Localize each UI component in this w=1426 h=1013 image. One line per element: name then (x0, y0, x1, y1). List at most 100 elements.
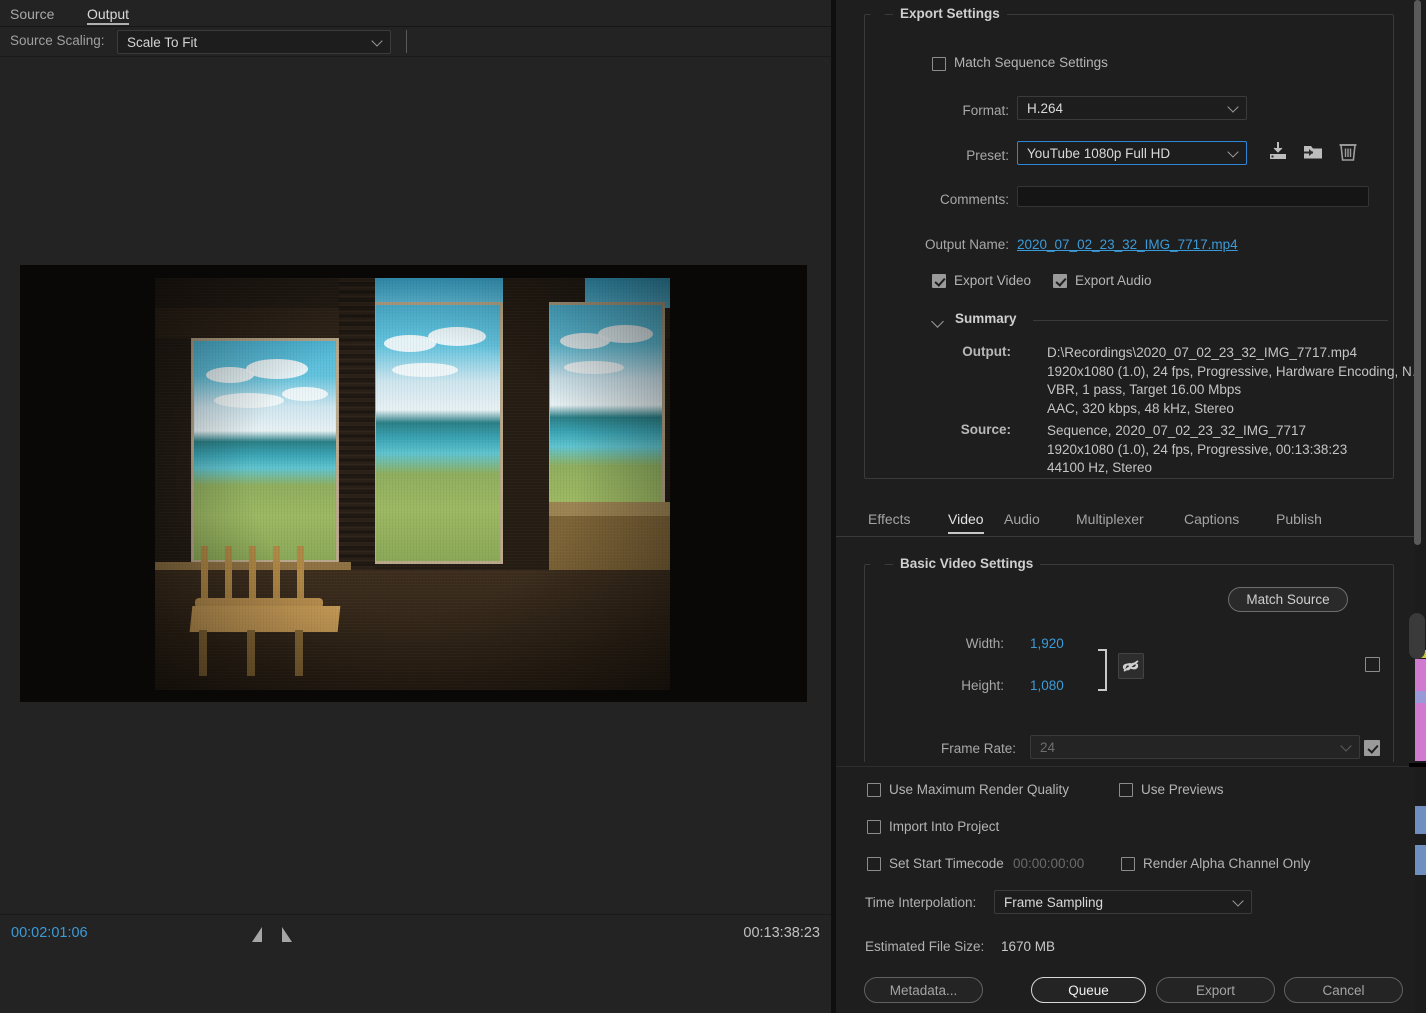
timeline-clip[interactable] (1415, 691, 1426, 703)
cancel-button-label: Cancel (1322, 982, 1365, 998)
match-sequence-checkbox[interactable] (932, 57, 946, 71)
trash-icon-svg (1339, 144, 1357, 161)
chevron-down-icon (1227, 101, 1239, 113)
import-preset-icon[interactable] (1302, 140, 1324, 162)
summary-source-value: Sequence, 2020_07_02_23_32_IMG_7717 1920… (1047, 423, 1348, 475)
source-scaling-label: Source Scaling: (10, 33, 105, 48)
export-video-checkbox[interactable] (932, 274, 946, 288)
frame-rate-value: 24 (1040, 739, 1056, 755)
aspect-ratio-unlink-icon[interactable] (1118, 653, 1144, 679)
output-name-link[interactable]: 2020_07_02_23_32_IMG_7717.mp4 (1017, 237, 1238, 252)
frame-rate-label: Frame Rate: (940, 741, 1016, 756)
export-settings-group: Export Settings Match Sequence Settings … (864, 6, 1414, 479)
delete-preset-icon[interactable] (1337, 140, 1359, 162)
tab-output[interactable]: Output (87, 0, 130, 27)
format-select[interactable]: H.264 (1017, 96, 1247, 120)
set-start-timecode-checkbox[interactable] (867, 857, 881, 871)
use-max-render-quality-checkbox[interactable] (867, 783, 881, 797)
mark-in-icon[interactable] (252, 927, 262, 942)
video-preview-frame[interactable] (20, 265, 807, 702)
tab-publish[interactable]: Publish (1276, 505, 1322, 532)
summary-divider (1033, 320, 1388, 321)
save-preset-svg (1270, 142, 1286, 159)
current-timecode[interactable]: 00:02:01:06 (11, 925, 88, 941)
height-value[interactable]: 1,080 (1030, 678, 1064, 693)
tab-source-label: Source (10, 5, 55, 22)
set-start-timecode-label: Set Start Timecode (889, 856, 1004, 871)
chevron-down-icon (371, 35, 383, 47)
tab-effects-label: Effects (868, 510, 911, 527)
summary-collapse-chevron-icon[interactable] (931, 315, 944, 328)
tab-video[interactable]: Video (948, 505, 984, 534)
match-source-label: Match Source (1246, 592, 1330, 607)
time-interpolation-select[interactable]: Frame Sampling (994, 890, 1252, 914)
frame-rate-lock-checkbox[interactable] (1364, 740, 1380, 756)
queue-button-label: Queue (1068, 982, 1109, 998)
save-preset-icon[interactable] (1267, 140, 1289, 162)
preset-label: Preset: (966, 148, 1009, 163)
format-value: H.264 (1027, 100, 1064, 116)
width-value[interactable]: 1,920 (1030, 636, 1064, 651)
export-button-label: Export (1195, 982, 1236, 998)
queue-button[interactable]: Queue (1031, 977, 1146, 1003)
toolbar-divider (406, 30, 407, 53)
broken-link-svg (1122, 660, 1139, 672)
secondary-scrollbar[interactable] (1409, 613, 1425, 659)
format-label: Format: (962, 103, 1009, 118)
source-scaling-select[interactable]: Scale To Fit (117, 30, 391, 54)
basic-video-settings-title: Basic Video Settings (893, 556, 1041, 571)
tab-effects[interactable]: Effects (868, 505, 911, 532)
tab-audio-label: Audio (1004, 510, 1040, 527)
comments-input[interactable] (1017, 186, 1369, 207)
tab-output-label: Output (87, 5, 130, 22)
timeline-clip[interactable] (1415, 806, 1426, 834)
render-alpha-label: Render Alpha Channel Only (1143, 856, 1311, 871)
tab-captions[interactable]: Captions (1184, 505, 1239, 532)
use-max-render-quality-label: Use Maximum Render Quality (889, 782, 1070, 797)
premiere-export-window: Source Output Source Scaling: Scale To F… (0, 0, 1426, 1013)
preview-panel: Source Output Source Scaling: Scale To F… (0, 0, 831, 1013)
export-audio-label: Export Audio (1075, 273, 1152, 288)
tab-source[interactable]: Source (10, 0, 54, 27)
time-interpolation-value: Frame Sampling (1004, 894, 1104, 910)
import-into-project-checkbox[interactable] (867, 820, 881, 834)
match-sequence-label: Match Sequence Settings (954, 55, 1108, 70)
cancel-button[interactable]: Cancel (1284, 977, 1403, 1003)
timeline-clip[interactable] (1415, 659, 1426, 691)
collapse-chevron-icon[interactable] (871, 6, 884, 19)
estimated-file-size-value: 1670 MB (1001, 939, 1056, 954)
preview-image (20, 265, 807, 702)
width-height-checkbox[interactable] (1365, 657, 1380, 672)
tab-audio[interactable]: Audio (1004, 505, 1040, 532)
comments-label: Comments: (939, 192, 1009, 207)
render-alpha-checkbox[interactable] (1121, 857, 1135, 871)
settings-scrollbar[interactable] (1414, 0, 1421, 545)
tab-multiplexer-label: Multiplexer (1076, 510, 1144, 527)
panel-divider-horizontal[interactable] (1409, 763, 1426, 767)
use-previews-checkbox[interactable] (1119, 783, 1133, 797)
chevron-down-icon (1227, 146, 1239, 158)
export-audio-checkbox[interactable] (1053, 274, 1067, 288)
preset-select[interactable]: YouTube 1080p Full HD (1017, 141, 1247, 165)
import-into-project-label: Import Into Project (889, 819, 1000, 834)
chevron-down-icon (1340, 740, 1352, 752)
duration-timecode[interactable]: 00:13:38:23 (743, 925, 820, 941)
collapse-chevron-icon[interactable] (871, 556, 884, 569)
width-label: Width: (965, 636, 1004, 651)
mark-out-icon[interactable] (282, 927, 292, 942)
frame-rate-select[interactable]: 24 (1030, 735, 1360, 759)
start-timecode-value[interactable]: 00:00:00:00 (1013, 856, 1084, 871)
metadata-button[interactable]: Metadata... (864, 977, 983, 1003)
export-button[interactable]: Export (1156, 977, 1275, 1003)
tab-multiplexer[interactable]: Multiplexer (1076, 505, 1144, 532)
summary-title: Summary (955, 311, 1017, 326)
match-source-button[interactable]: Match Source (1228, 587, 1348, 612)
timeline-clip[interactable] (1415, 703, 1426, 761)
timeline-clip[interactable] (1415, 845, 1426, 875)
export-bottom-area: Use Maximum Render Quality Use Previews … (836, 766, 1426, 1013)
export-video-label: Export Video (954, 273, 1032, 288)
estimated-file-size-label: Estimated File Size: (865, 939, 985, 954)
chevron-down-icon (1232, 895, 1244, 907)
tab-video-label: Video (948, 510, 984, 527)
tab-publish-label: Publish (1276, 510, 1322, 527)
